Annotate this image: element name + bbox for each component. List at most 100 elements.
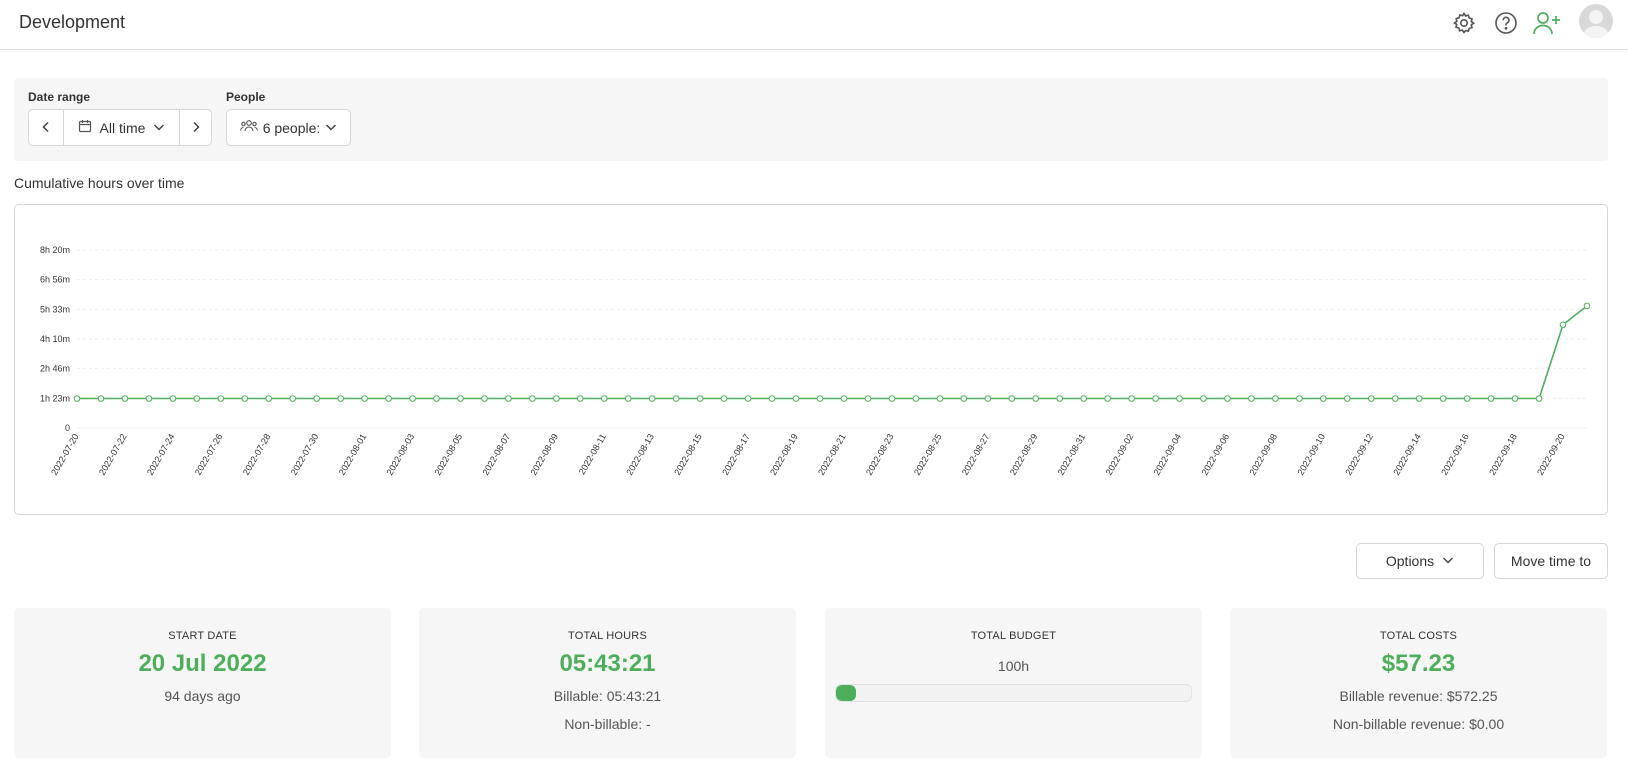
chart-data-point <box>1511 395 1519 402</box>
chart-data-point <box>1535 395 1543 402</box>
people-label: People <box>226 90 266 104</box>
chart-x-tick-label: 2022-09-02 <box>1104 432 1136 477</box>
options-button[interactable]: Options <box>1356 543 1484 579</box>
chevron-down-icon <box>153 120 165 136</box>
chart-x-tick-label: 2022-08-27 <box>960 432 992 477</box>
page-title: Development <box>19 12 126 32</box>
chart-x-tick-label: 2022-08-01 <box>337 432 369 477</box>
chart-data-point <box>481 395 488 402</box>
date-prev-button[interactable] <box>29 110 63 145</box>
chart-x-tick-label: 2022-09-14 <box>1391 432 1423 477</box>
chart-data-point <box>960 395 968 402</box>
help-icon[interactable] <box>1492 9 1520 37</box>
chart-data-point <box>864 395 872 402</box>
chart-data-point <box>1439 395 1447 402</box>
chart-data-point <box>672 395 680 402</box>
chart-data-point <box>1104 395 1111 402</box>
chart-x-tick-label: 2022-07-26 <box>193 432 225 477</box>
chart-data-point <box>1056 395 1063 402</box>
chart-data-point <box>313 395 321 402</box>
chart-data-point <box>936 395 944 402</box>
chart-data-point <box>1487 395 1495 402</box>
chart-y-tick-label: 2h 46m <box>40 364 70 374</box>
chart-x-tick-label: 2022-08-03 <box>385 432 417 477</box>
chart-data-point <box>840 395 848 402</box>
chart-data-point <box>337 395 345 402</box>
chart-data-point <box>1008 395 1016 402</box>
chart-data-point <box>1559 321 1567 329</box>
chart-data-point <box>816 395 824 402</box>
add-user-icon[interactable] <box>1531 9 1563 37</box>
chart-series-line <box>77 305 1588 400</box>
chart-data-point <box>433 395 440 402</box>
chart-x-tick-label: 2022-08-21 <box>816 432 848 477</box>
chart-x-tick-label: 2022-07-24 <box>145 432 177 477</box>
chart-x-tick-label: 2022-09-18 <box>1487 432 1519 477</box>
non-billable-revenue: Non-billable revenue: $0.00 <box>1332 716 1505 732</box>
date-range-dropdown[interactable]: All time <box>63 110 179 145</box>
chart-data-point <box>768 395 776 402</box>
chart-data-point <box>696 395 704 402</box>
chart-y-tick-label: 8h 20m <box>40 245 70 255</box>
chart-x-tick-label: 2022-08-07 <box>480 432 512 477</box>
chart-data-point <box>409 395 416 402</box>
chart-data-point <box>529 395 536 402</box>
chevron-down-icon <box>325 120 337 136</box>
chart-x-tick-label: 2022-07-20 <box>49 432 81 477</box>
chart-x-tick-label: 2022-08-13 <box>624 432 656 477</box>
chart-x-tick-label: 2022-08-31 <box>1056 432 1088 477</box>
chart-data-point <box>457 395 464 402</box>
start-date-value: 20 Jul 2022 <box>138 650 267 677</box>
chart-data-point <box>1152 395 1159 402</box>
chart-data-point <box>625 395 632 402</box>
chart-y-tick-label: 5h 33m <box>40 304 70 314</box>
top-bar: Development <box>0 0 1628 50</box>
chart-data-point <box>1272 395 1279 402</box>
chart-x-tick-label: 2022-07-30 <box>289 432 321 477</box>
chart-data-point <box>553 395 560 402</box>
chart-data-point <box>912 395 920 402</box>
chevron-left-icon <box>40 120 52 136</box>
chart-data-point <box>1583 302 1591 310</box>
chart-title: Cumulative hours over time <box>14 175 185 191</box>
chart-x-tick-label: 2022-08-25 <box>912 432 944 477</box>
total-budget-value: 100h <box>997 658 1030 674</box>
people-dropdown[interactable]: 6 people: <box>227 110 350 145</box>
chart-data-point <box>1320 395 1327 402</box>
chart-data-point <box>169 395 177 402</box>
chart-data-point <box>121 395 129 402</box>
chart-data-point <box>1392 395 1399 402</box>
date-range-value: All time <box>99 119 146 136</box>
chart-data-point <box>1032 395 1040 402</box>
people-icon <box>239 119 258 136</box>
gear-icon[interactable] <box>1450 9 1478 37</box>
calendar-icon <box>78 119 92 136</box>
chart-data-point <box>792 395 800 402</box>
chart-y-tick-label: 1h 23m <box>40 393 70 403</box>
chart-x-tick-label: 2022-08-09 <box>528 432 560 477</box>
chart-data-point <box>73 395 81 402</box>
chart-x-tick-label: 2022-09-06 <box>1200 432 1232 477</box>
chart-data-point <box>1248 395 1255 402</box>
billable-hours: Billable: 05:43:21 <box>553 688 662 704</box>
date-next-button[interactable] <box>179 110 211 145</box>
chart-data-point <box>744 395 752 402</box>
chart-data-point <box>1296 395 1303 402</box>
chart-x-tick-label: 2022-09-20 <box>1535 432 1567 477</box>
budget-progress-fill <box>836 685 857 701</box>
chart-data-point <box>1415 395 1423 402</box>
chart-data-point <box>241 395 249 402</box>
start-date-ago: 94 days ago <box>164 688 241 704</box>
move-time-button[interactable]: Move time to <box>1494 543 1608 579</box>
chart-x-tick-label: 2022-09-08 <box>1247 432 1279 477</box>
chart-svg: 0 1h 23m 2h 46m 4h 10m 5h 33m 6h 56m 8h 20m 202… <box>40 245 1591 477</box>
chart-data-point <box>505 395 512 402</box>
avatar[interactable] <box>1579 4 1613 38</box>
chart-data-point <box>984 395 992 402</box>
chart-data-point <box>1080 395 1087 402</box>
chart-data-point <box>1200 395 1207 402</box>
chart-data-point <box>601 395 608 402</box>
chart-y-tick-label: 4h 10m <box>40 334 70 344</box>
people-selector: 6 people: <box>226 109 351 146</box>
chart-data-point <box>648 395 656 402</box>
